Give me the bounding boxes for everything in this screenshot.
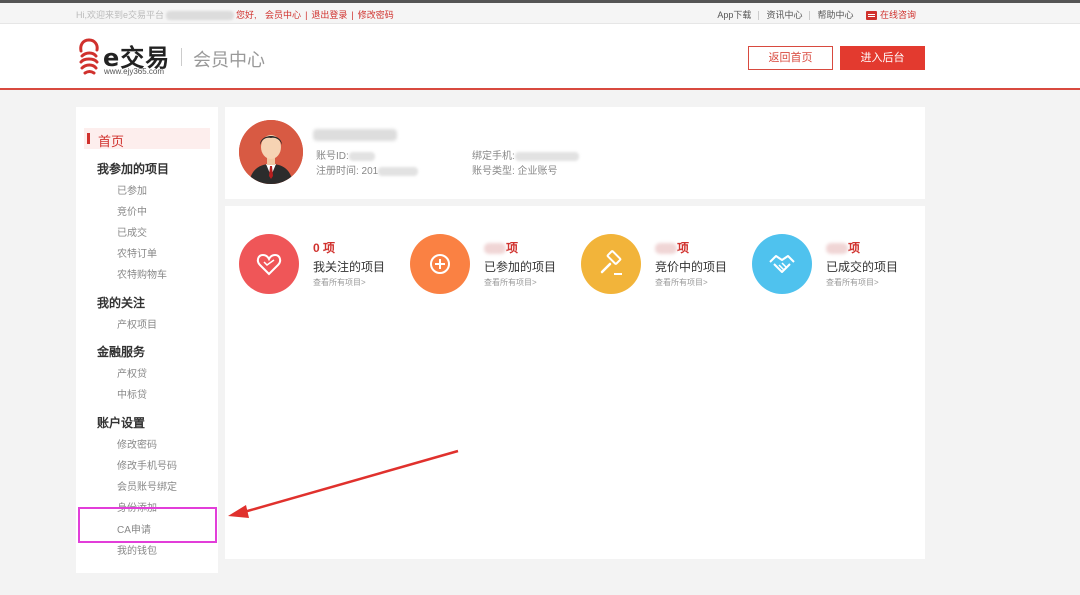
annotation-arrow-icon xyxy=(228,449,459,518)
